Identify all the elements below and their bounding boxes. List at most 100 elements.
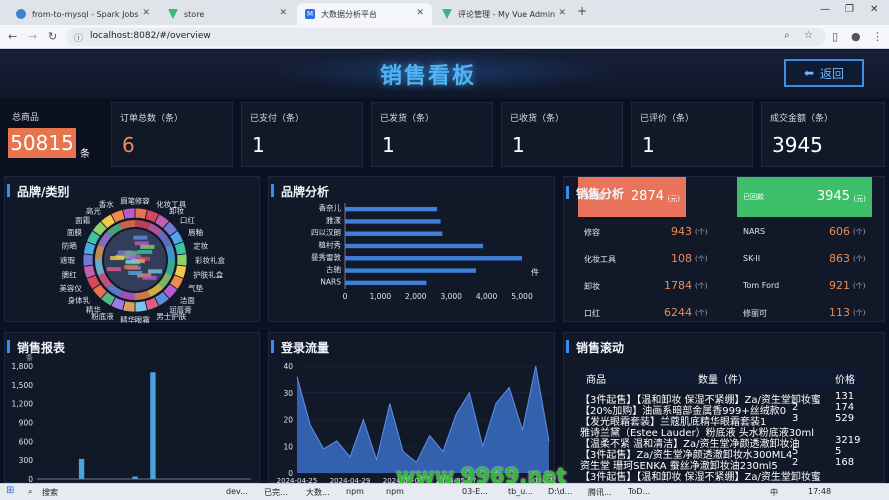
donut-label: 洁面 <box>180 295 195 305</box>
y-tick-label: 1,500 <box>12 381 34 390</box>
donut-center-mark <box>147 269 162 274</box>
scroll-table-header: 商品 数量（件） 价格 <box>580 367 863 387</box>
sales-bar-chart: 03006009001,2001,5001,800条1月3月5月7月9月11月 <box>12 353 251 483</box>
panel-brand-category: 品牌/类别 修容 化妆工具 卸妆 口红 唇釉 定妆 彩妆礼盒 护肤礼盒 气垫 洁面 润唇膏 男士护肤眼… <box>4 176 260 323</box>
stat-value: 1 <box>382 133 395 157</box>
taskbar-app[interactable]: npm <box>386 487 404 496</box>
bar-mark <box>345 243 484 249</box>
clock[interactable]: 17:48 <box>808 487 831 496</box>
ime-indicator[interactable]: 中 <box>770 487 778 498</box>
panel-brand-analysis: 品牌分析 香奈儿 雅漾 四以汉朗 植村秀 曼秀雷敦 古驰 NARS 0 1,000 2,000 3,… <box>268 176 555 322</box>
donut-label: 面霜 <box>75 216 90 225</box>
stat-label: 成交金额（条） <box>770 114 834 124</box>
donut-center-mark <box>140 244 155 249</box>
sales-item-name: 修容 <box>584 228 600 237</box>
category-label: NARS <box>320 277 341 286</box>
stat-value: 1 <box>512 133 525 157</box>
url-field[interactable]: ⓘ localhost:8082/#/overview ⌕ ☆ <box>66 28 826 46</box>
profile-icon[interactable]: ● <box>851 30 861 43</box>
y-tick-label: 30 <box>283 389 293 398</box>
sales-item-unit: (个) <box>853 309 866 317</box>
taskbar-app[interactable]: D:\d... <box>548 487 572 496</box>
x-tick-label: 4,000 <box>476 292 498 301</box>
sales-item-unit: (个) <box>853 228 866 236</box>
sales-item-value: 108 <box>671 252 692 265</box>
search-icon[interactable]: ⌕ <box>28 487 32 497</box>
close-icon[interactable]: ✕ <box>279 8 287 18</box>
close-icon[interactable]: ✕ <box>416 8 424 18</box>
x-tick-label: 3,000 <box>440 292 462 301</box>
info-icon[interactable]: ⓘ <box>74 31 83 44</box>
y-tick-label: 1,800 <box>12 362 34 371</box>
minimize-icon[interactable]: — <box>820 4 830 15</box>
new-tab-icon[interactable]: + <box>577 4 587 18</box>
menu-icon[interactable]: ⋮ <box>872 30 883 43</box>
panel-login-traffic: 登录流量 0 10 20 30 40 2024-04-25 2024-04-29 2024-0… <box>268 332 556 483</box>
browser-tab[interactable]: store ✕ <box>160 3 295 25</box>
dashboard-header: 销售看板 ⬅ 返回 <box>0 50 889 98</box>
taskbar-app[interactable]: 03-E... <box>462 487 488 496</box>
sales-item-value: 943 <box>671 225 692 238</box>
traffic-area-chart: 0102030402024-04-25 2024-04-29 2024-05-03 2… <box>277 362 556 483</box>
bookmark-star-icon[interactable]: ☆ <box>804 30 813 41</box>
address-bar: ← → ↻ ⓘ localhost:8082/#/overview ⌕ ☆ ▯ … <box>0 25 889 49</box>
taskbar-search[interactable]: 搜索 <box>42 487 58 498</box>
stat-card-paid: 已支付（条） 1 <box>241 102 363 167</box>
forward-arrow-icon[interactable]: → <box>28 30 37 43</box>
donut-label: 唇釉 <box>188 227 203 237</box>
sales-item-unit: (个) <box>695 309 708 317</box>
x-tick-label: 5,000 <box>511 292 533 301</box>
browser-tab-active[interactable]: M 大数据分析平台 ✕ <box>297 3 432 25</box>
sales-item-value: 921 <box>829 279 850 292</box>
chrome-icon <box>16 9 26 19</box>
sales-item-name: 化妆工具 <box>584 255 616 264</box>
product-quantity: 2 <box>792 402 799 413</box>
donut-inner-slice <box>95 244 105 260</box>
product-price: 529 <box>835 413 855 424</box>
stat-label: 订单总数（条） <box>120 114 184 124</box>
sales-item-unit: (个) <box>695 282 708 290</box>
windows-start-icon[interactable]: ⊞ <box>6 485 14 496</box>
close-window-icon[interactable]: ✕ <box>870 4 878 15</box>
donut-label: 防晒 <box>62 241 77 251</box>
x-tick-label: 2,000 <box>405 292 427 301</box>
stat-label: 已支付（条） <box>250 114 305 124</box>
maximize-icon[interactable]: ❐ <box>845 4 854 15</box>
close-icon[interactable]: ✕ <box>142 8 150 18</box>
kpi-unit: (元) <box>853 195 866 203</box>
browser-tab[interactable]: from-to-mysql - Spark Jobs ✕ <box>8 3 158 25</box>
donut-center-mark <box>110 256 125 261</box>
donut-center-mark <box>133 235 148 240</box>
donut-inner-slice <box>135 220 151 230</box>
stat-value: 50815 <box>8 128 76 158</box>
url-text[interactable]: localhost:8082/#/overview <box>90 31 211 41</box>
reload-icon[interactable]: ↻ <box>48 30 57 43</box>
back-arrow-icon[interactable]: ← <box>8 30 17 43</box>
y-tick-label: 20 <box>283 416 293 425</box>
taskbar-app[interactable]: 腾讯... <box>588 487 612 498</box>
bar-mark <box>345 280 427 286</box>
donut-label: 眼霜 <box>135 316 150 323</box>
sales-item-value: 1784 <box>664 279 692 292</box>
taskbar-app[interactable]: npm <box>346 487 364 496</box>
browser-tab[interactable]: 评论管理 - My Vue Admin ✕ <box>434 3 574 25</box>
donut-inner-slice <box>119 220 135 230</box>
taskbar-app[interactable]: tb_u... <box>508 487 533 496</box>
product-price: 174 <box>835 402 855 413</box>
kpi-unit: (元) <box>667 195 680 203</box>
stat-label: 总商品 <box>12 113 40 123</box>
donut-center-mark <box>106 267 121 272</box>
close-icon[interactable]: ✕ <box>558 8 566 18</box>
kpi-received: 已回款 3945 (元) <box>737 177 872 217</box>
zoom-icon[interactable]: ⌕ <box>784 30 790 41</box>
bar-mark <box>345 219 441 224</box>
kpi-value: 2874 <box>630 189 664 204</box>
taskbar-app[interactable]: dev... <box>226 487 248 496</box>
sidepanel-icon[interactable]: ▯ <box>832 30 838 43</box>
taskbar-app[interactable]: ToD... <box>628 487 650 496</box>
category-label: 香奈儿 <box>319 203 342 213</box>
taskbar-app[interactable]: 已完... <box>264 487 288 498</box>
taskbar-app[interactable]: 大数... <box>306 487 330 498</box>
kpi-label: 已回款 <box>743 193 764 201</box>
back-button[interactable]: ⬅ 返回 <box>784 59 864 87</box>
